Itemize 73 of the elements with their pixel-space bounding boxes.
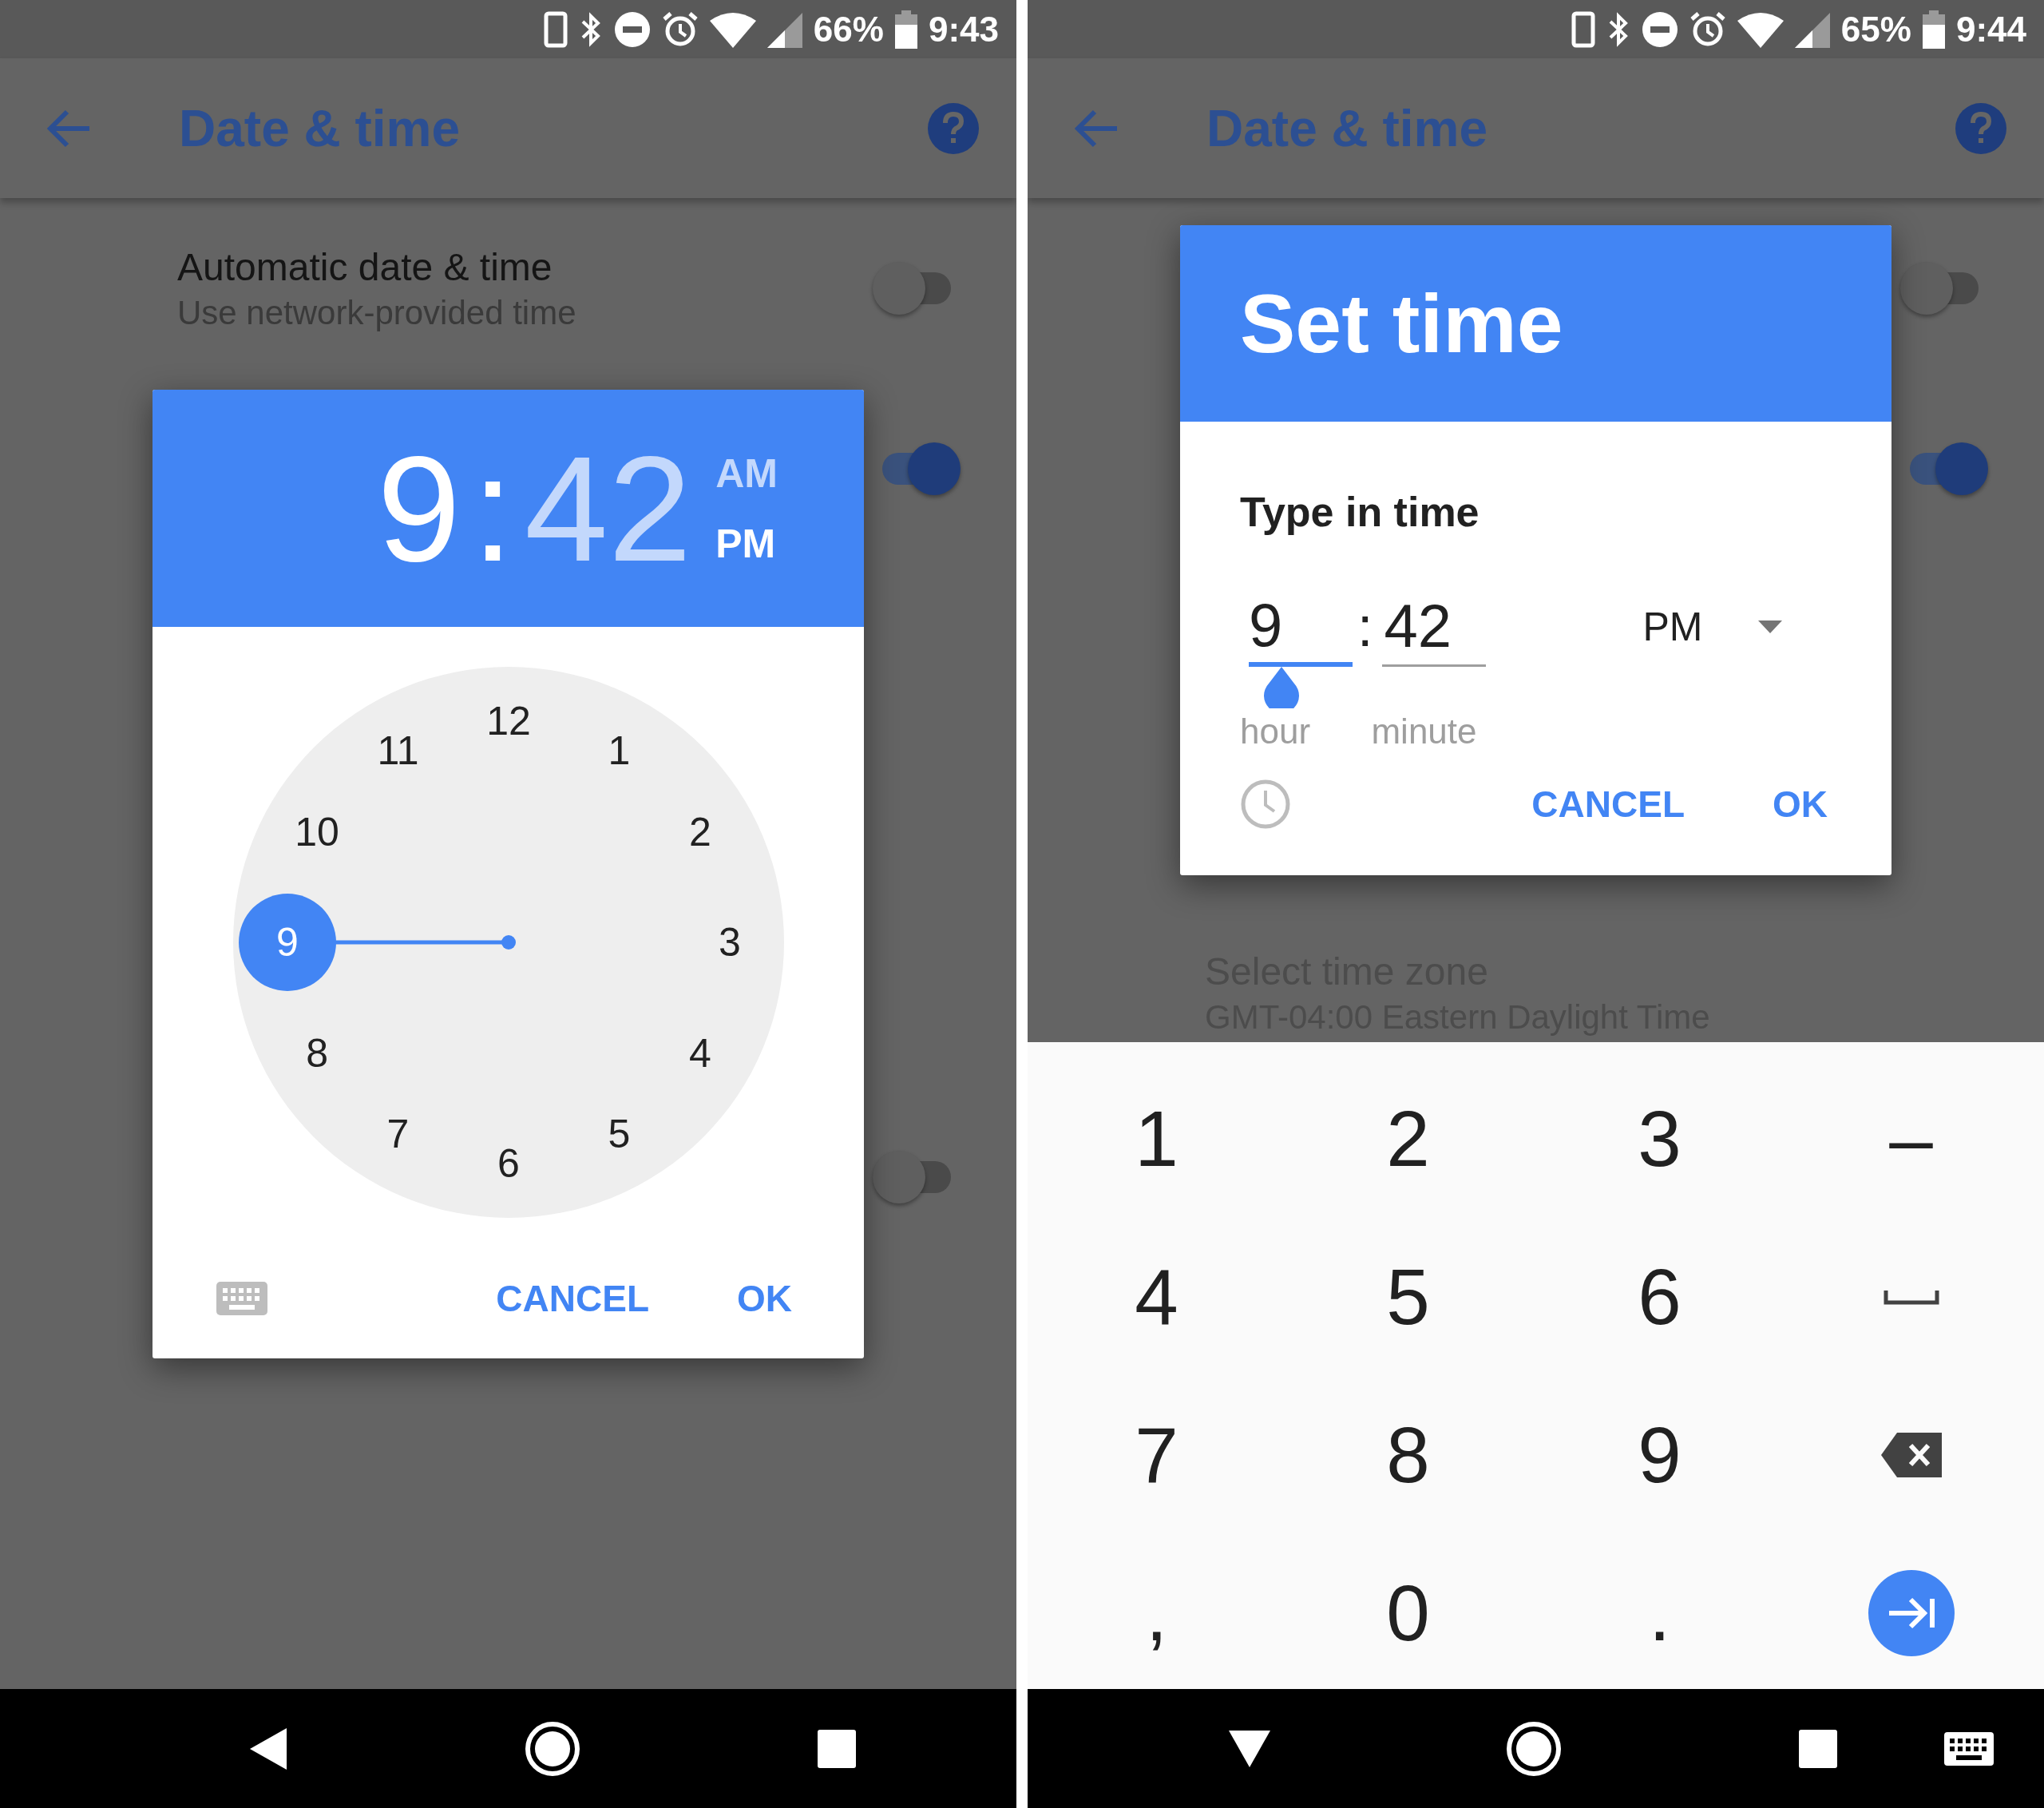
keyboard-icon[interactable] xyxy=(1944,1731,1994,1766)
page-title: Date & time xyxy=(179,98,461,158)
clock-number[interactable]: 8 xyxy=(306,1029,328,1076)
clock-number[interactable]: 12 xyxy=(486,698,531,744)
clock-number[interactable]: 10 xyxy=(295,808,339,855)
keyboard-key[interactable]: 0 xyxy=(1386,1568,1430,1659)
keyboard-key[interactable]: 7 xyxy=(1135,1410,1178,1501)
setting-title: Automatic date & time xyxy=(177,244,553,289)
clock-hand[interactable] xyxy=(239,894,516,991)
page-title: Date & time xyxy=(1206,98,1489,158)
clock-number[interactable]: 6 xyxy=(497,1140,520,1187)
clock-number[interactable]: 2 xyxy=(688,808,711,855)
do-not-disturb-icon xyxy=(1641,10,1678,48)
clock-number[interactable]: 11 xyxy=(377,728,419,775)
caret-icon xyxy=(1758,621,1783,633)
wifi-icon xyxy=(709,10,756,48)
keyboard-key[interactable]: 2 xyxy=(1386,1093,1430,1184)
keyboard-key[interactable]: 4 xyxy=(1135,1251,1178,1342)
help-icon[interactable] xyxy=(928,102,979,154)
dialog-title: Set time xyxy=(1240,276,1563,371)
hide-keyboard-icon[interactable] xyxy=(1229,1730,1270,1767)
dialog-prompt: Type in time xyxy=(1240,488,1480,536)
time-input-field[interactable]: 42 xyxy=(1382,587,1487,667)
home-icon[interactable] xyxy=(525,1720,580,1777)
clock-number[interactable]: 1 xyxy=(608,728,631,775)
field-label: hour xyxy=(1240,712,1312,751)
keyboard-key[interactable]: . xyxy=(1648,1568,1671,1659)
recents-icon[interactable] xyxy=(1799,1729,1837,1768)
keyboard-key[interactable]: 9 xyxy=(1638,1410,1682,1501)
dialog-button[interactable]: OK xyxy=(721,1264,808,1333)
clock-number[interactable]: 5 xyxy=(608,1110,631,1157)
help-icon[interactable] xyxy=(1955,102,2006,154)
period-option[interactable]: PM xyxy=(715,520,778,567)
phone-icon xyxy=(1571,10,1595,48)
keyboard-key[interactable]: 1 xyxy=(1135,1093,1178,1184)
keyboard-key[interactable]: , xyxy=(1145,1568,1168,1659)
keyboard-key[interactable]: 6 xyxy=(1638,1251,1682,1342)
wifi-icon xyxy=(1737,10,1784,48)
do-not-disturb-icon xyxy=(613,10,651,48)
keyboard-key[interactable]: 5 xyxy=(1386,1251,1430,1342)
alarm-icon xyxy=(1689,10,1726,48)
battery-percent: 65% xyxy=(1840,9,1911,50)
clock-number[interactable]: 3 xyxy=(719,919,741,965)
dialog-button[interactable]: CANCEL xyxy=(1515,770,1701,839)
clock-number[interactable]: 7 xyxy=(386,1110,410,1157)
clock-number[interactable]: 9 xyxy=(276,919,299,965)
space-key-icon[interactable] xyxy=(1883,1289,1939,1305)
clock-number[interactable]: 4 xyxy=(688,1029,711,1076)
keyboard-key[interactable]: 8 xyxy=(1386,1410,1430,1501)
clock-time: 9:43 xyxy=(928,9,999,50)
back-icon[interactable] xyxy=(250,1727,287,1770)
battery-icon xyxy=(894,10,917,49)
time-input-field[interactable]: 9 xyxy=(1249,587,1353,667)
time-separator: : xyxy=(471,433,514,584)
text-cursor-handle[interactable] xyxy=(1264,667,1299,708)
home-icon[interactable] xyxy=(1506,1720,1562,1777)
clock-icon[interactable] xyxy=(1240,779,1291,830)
recents-icon[interactable] xyxy=(818,1729,856,1768)
next-key-icon[interactable] xyxy=(1868,1570,1955,1656)
battery-percent: 66% xyxy=(813,9,884,50)
clock-time: 9:44 xyxy=(1955,9,2026,50)
period-dropdown[interactable]: PM xyxy=(1642,587,1783,667)
dialog-button[interactable]: CANCEL xyxy=(480,1264,665,1333)
backspace-icon[interactable] xyxy=(1880,1433,1942,1477)
field-label: minute xyxy=(1371,712,1478,751)
dialog-button[interactable]: OK xyxy=(1757,770,1844,839)
hour-display[interactable]: 9 xyxy=(377,433,461,584)
keyboard-key[interactable]: 3 xyxy=(1638,1093,1682,1184)
battery-icon xyxy=(1922,10,1945,49)
time-separator: : xyxy=(1357,595,1373,660)
alarm-icon xyxy=(661,10,699,48)
keyboard-key[interactable]: – xyxy=(1889,1093,1933,1184)
phone-icon xyxy=(543,10,568,48)
